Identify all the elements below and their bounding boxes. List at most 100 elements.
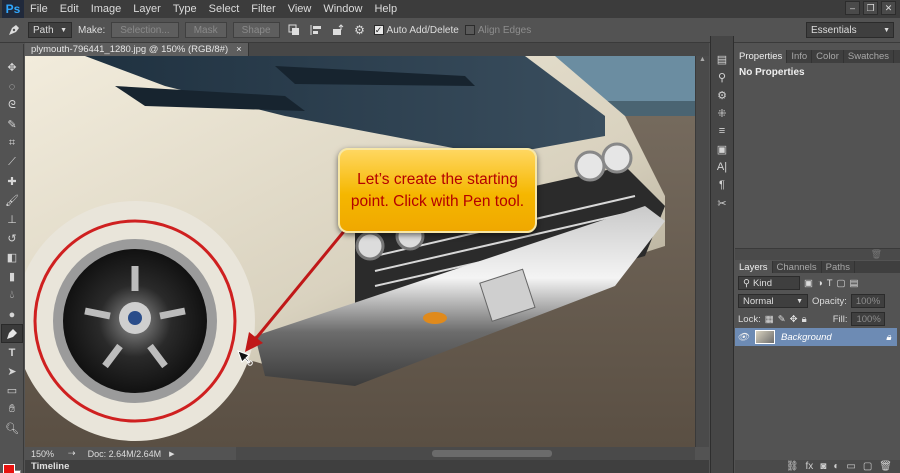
document-canvas[interactable] [25,56,695,447]
add-mask-icon[interactable]: ◙ [820,461,826,472]
export-icon[interactable]: ⇢ [60,448,84,459]
menu-edit[interactable]: Edit [54,3,85,15]
path-selection-tool-icon[interactable]: ➤ [1,362,23,381]
path-arrangement-icon[interactable] [330,22,346,38]
brush-tool-icon[interactable]: 🖌︎ [1,191,23,210]
path-operations-icon[interactable] [286,22,302,38]
status-menu-arrow-icon[interactable]: ▶ [165,450,174,458]
adjustment-layer-icon[interactable]: ◐ [833,461,839,472]
tab-swatches[interactable]: Swatches [844,50,895,63]
path-mode-select[interactable]: Path ▼ [28,22,72,38]
close-icon[interactable]: × [236,44,242,55]
rectangle-tool-icon[interactable]: ▭ [1,381,23,400]
menu-window[interactable]: Window [317,3,368,15]
path-alignment-icon[interactable] [308,22,324,38]
lock-all-icon[interactable]: 🔒︎ [802,314,807,325]
marquee-tool-icon[interactable]: ◌ [1,77,23,96]
crop-tool-icon[interactable]: ⌗ [1,134,23,153]
history-panel-icon[interactable]: ▤ [711,50,733,68]
lock-position-icon[interactable]: ✥ [790,314,798,325]
fill-input[interactable]: 100% [851,312,886,326]
opacity-input[interactable]: 100% [850,294,885,308]
blur-tool-icon[interactable]: 💧︎ [1,286,23,305]
shape-filter-icon[interactable]: ▢ [837,278,846,289]
paragraph-panel-icon[interactable]: ¶ [711,176,733,194]
document-tab[interactable]: plymouth-796441_1280.jpg @ 150% (RGB/8#)… [25,43,249,56]
menu-filter[interactable]: Filter [245,3,281,15]
zoom-tool-icon[interactable]: 🔍︎ [1,419,23,438]
link-layers-icon[interactable]: ⛓ [786,461,799,472]
adjustments-panel-icon[interactable]: ⚙ [711,86,733,104]
hand-tool-icon[interactable]: ✋︎ [1,400,23,419]
trash-icon[interactable]: 🗑︎ [871,249,882,260]
layer-style-icon[interactable]: fx [806,461,814,472]
lock-transparency-icon[interactable]: ▦ [765,314,774,325]
selection-button[interactable]: Selection... [111,22,179,38]
tab-color[interactable]: Color [812,50,844,63]
type-filter-icon[interactable]: T [827,278,833,289]
gear-icon[interactable]: ⚙ [352,22,368,38]
history-brush-tool-icon[interactable]: ↺ [1,229,23,248]
pen-tool-preset-icon[interactable] [6,22,22,38]
lock-row: Lock: ▦ ✎ ✥ 🔒︎ Fill: 100% [738,312,886,326]
smart-object-filter-icon[interactable]: ▤ [850,278,859,289]
zoom-level[interactable]: 150% [25,449,60,459]
horizontal-scrollbar[interactable] [236,447,695,460]
tool-presets-panel-icon[interactable]: ✂ [711,194,733,212]
eyedropper-tool-icon[interactable]: ⟋ [1,153,23,172]
menu-file[interactable]: File [24,3,54,15]
adjustment-filter-icon[interactable]: ◑ [817,278,823,289]
brush-panel-icon[interactable]: ⁜ [711,104,733,122]
type-tool-icon[interactable]: T [1,343,23,362]
menu-image[interactable]: Image [85,3,128,15]
pixel-filter-icon[interactable]: ▣ [804,278,813,289]
pen-tool-icon[interactable] [1,324,23,343]
dodge-tool-icon[interactable]: ● [1,305,23,324]
timeline-label: Timeline [31,461,70,472]
layer-filter-select[interactable]: ⚲ Kind [738,276,800,290]
chevron-down-icon: ▼ [796,297,803,305]
lock-pixels-icon[interactable]: ✎ [778,314,786,325]
vertical-scrollbar[interactable]: ▲ [695,56,709,447]
new-layer-icon[interactable]: ▢ [863,461,872,472]
quick-selection-tool-icon[interactable]: ✎ [1,115,23,134]
blend-mode-select[interactable]: Normal ▼ [738,294,808,308]
eye-icon[interactable]: 👁︎ [735,332,751,343]
menu-select[interactable]: Select [203,3,246,15]
tab-info[interactable]: Info [787,50,813,63]
trash-icon[interactable]: 🗑︎ [879,461,892,472]
new-group-icon[interactable]: ▭ [846,461,855,472]
clone-source-panel-icon[interactable]: ▣ [711,140,733,158]
scroll-up-icon[interactable]: ▲ [696,56,709,68]
auto-add-delete-option[interactable]: ✓ Auto Add/Delete [373,25,459,36]
brush-presets-panel-icon[interactable]: ≡ [711,122,733,140]
tab-properties[interactable]: Properties [735,50,788,63]
gradient-tool-icon[interactable]: ▮ [1,267,23,286]
mask-button[interactable]: Mask [184,22,227,38]
menu-type[interactable]: Type [167,3,203,15]
horizontal-scroll-thumb[interactable] [432,450,552,457]
actions-panel-icon[interactable]: ⚲ [711,68,733,86]
minimize-button[interactable]: – [845,1,860,15]
shape-button[interactable]: Shape [232,22,280,38]
align-edges-option[interactable]: ✓ Align Edges [464,25,531,36]
eraser-tool-icon[interactable]: ◧ [1,248,23,267]
menu-help[interactable]: Help [368,3,403,15]
menu-view[interactable]: View [282,3,318,15]
menu-layer[interactable]: Layer [127,3,167,15]
close-button[interactable]: ✕ [881,1,896,15]
restore-button[interactable]: ❐ [863,1,878,15]
layer-row-background[interactable]: 👁︎ Background 🔒︎ [735,328,897,346]
healing-brush-tool-icon[interactable]: ✚ [1,172,23,191]
clone-stamp-tool-icon[interactable]: ⊥ [1,210,23,229]
move-tool-icon[interactable]: ✥ [1,58,23,77]
auto-add-delete-checkbox[interactable]: ✓ [373,25,384,35]
foreground-color-swatch[interactable] [3,464,15,473]
layer-name[interactable]: Background [781,332,832,343]
document-size-info[interactable]: Doc: 2.64M/2.64M [84,449,166,459]
timeline-panel-tab[interactable]: Timeline [25,460,709,473]
workspace-select[interactable]: Essentials ▼ [806,22,894,38]
character-panel-icon[interactable]: A| [711,158,733,176]
lasso-tool-icon[interactable]: ᘓ [1,96,23,115]
align-edges-checkbox[interactable]: ✓ [464,25,475,35]
